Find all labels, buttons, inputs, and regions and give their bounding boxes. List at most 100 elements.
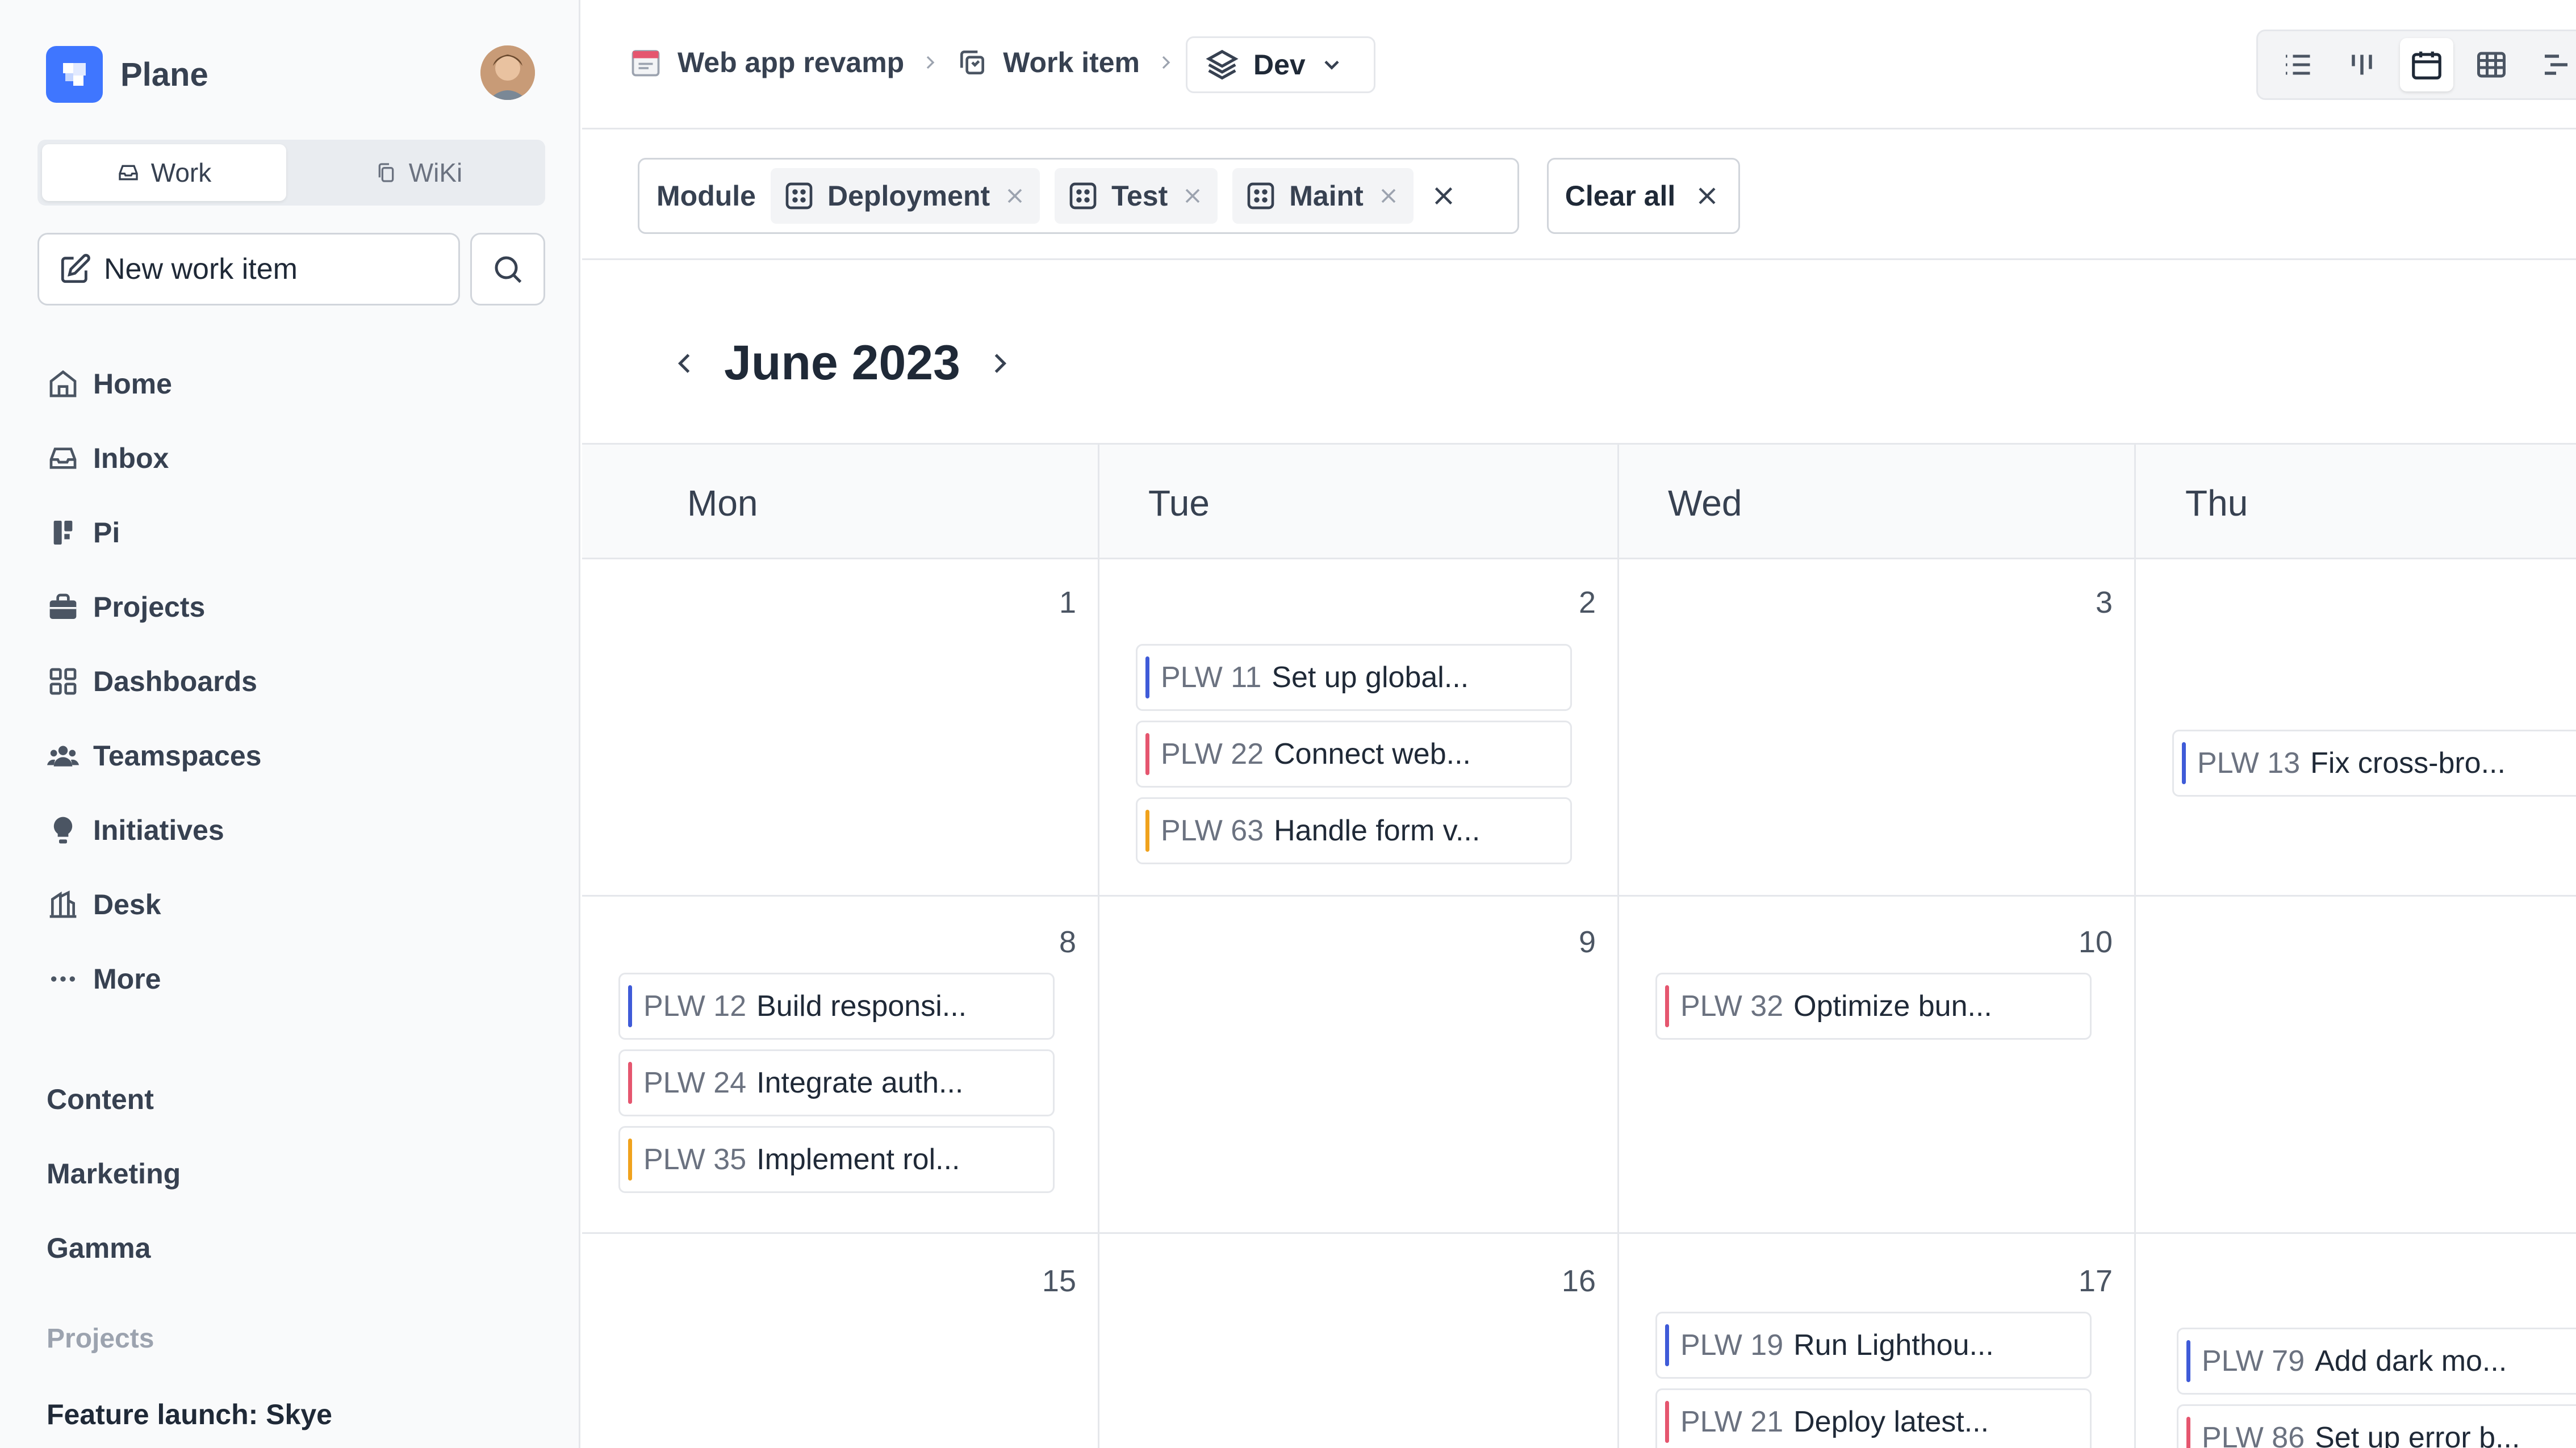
- list-layout-button[interactable]: [2270, 38, 2324, 91]
- copy-icon: [375, 161, 398, 184]
- day-number: 1: [1059, 585, 1076, 620]
- day-number: 2: [1578, 585, 1596, 620]
- work-item-id: PLW 86: [2202, 1421, 2305, 1448]
- module-color-bar: [1665, 1324, 1669, 1366]
- work-item-id: PLW 11: [1161, 661, 1262, 694]
- sidebar: Plane Work WiKi New work item Home Inbox…: [0, 0, 580, 1448]
- sidebar-item-inbox[interactable]: Inbox: [45, 421, 261, 495]
- work-item-card[interactable]: PLW 63 Handle form v...: [1136, 797, 1572, 864]
- calendar-grid: Mon Tue Wed Thu 1 2 3 PLW 11 Set up glob…: [582, 443, 2576, 1448]
- day-number: 16: [1561, 1264, 1596, 1298]
- work-item-id: PLW 12: [643, 990, 747, 1023]
- sidebar-item-label: Home: [93, 367, 172, 400]
- work-item-card[interactable]: PLW 24 Integrate auth...: [618, 1049, 1055, 1116]
- tab-work[interactable]: Work: [42, 144, 286, 201]
- work-item-title: Build responsi...: [756, 990, 967, 1023]
- kanban-icon: [2345, 48, 2379, 82]
- calendar-layout-button[interactable]: [2400, 38, 2453, 91]
- lightbulb-icon: [45, 813, 81, 848]
- close-icon[interactable]: [1002, 183, 1027, 208]
- close-icon[interactable]: [1376, 183, 1401, 208]
- module-color-bar: [628, 1139, 632, 1181]
- filter-chip-deployment: Deployment: [770, 168, 1040, 224]
- app-name: Plane: [120, 56, 208, 93]
- module-color-bar: [1665, 985, 1669, 1027]
- work-item-title: Integrate auth...: [756, 1066, 964, 1099]
- breadcrumb-project[interactable]: Web app revamp: [678, 46, 904, 79]
- list-icon: [2280, 48, 2314, 82]
- plane-logo-icon[interactable]: [46, 46, 103, 103]
- layers-icon: [1205, 47, 1240, 82]
- work-item-card[interactable]: PLW 11 Set up global...: [1136, 644, 1572, 711]
- weekday-header: Thu: [2185, 482, 2248, 524]
- projects-section-label[interactable]: Projects: [47, 1323, 154, 1354]
- tab-wiki[interactable]: WiKi: [296, 144, 541, 201]
- sidebar-item-label: Teamspaces: [93, 739, 262, 772]
- sidebar-item-label: More: [93, 962, 161, 995]
- column-divider: [1617, 443, 1619, 1448]
- weekday-header: Tue: [1148, 482, 1210, 524]
- work-item-card[interactable]: PLW 19 Run Lighthou...: [1655, 1312, 2092, 1379]
- new-work-item-button[interactable]: New work item: [37, 233, 460, 305]
- sidebar-item-projects[interactable]: Projects: [45, 570, 261, 644]
- project-item[interactable]: Feature launch: Skye: [47, 1398, 332, 1431]
- user-avatar[interactable]: [480, 45, 535, 100]
- chevron-right-icon: [919, 51, 942, 74]
- work-item-title: Add dark mo...: [2315, 1345, 2507, 1378]
- day-number: 15: [1042, 1264, 1076, 1298]
- work-item-title: Set up global...: [1272, 661, 1469, 694]
- work-item-card[interactable]: PLW 21 Deploy latest...: [1655, 1388, 2092, 1448]
- team-icon: [45, 738, 81, 773]
- work-item-id: PLW 63: [1161, 814, 1264, 847]
- column-divider: [1098, 443, 1099, 1448]
- sidebar-item-pi[interactable]: Pi: [45, 495, 261, 570]
- work-item-card[interactable]: PLW 32 Optimize bun...: [1655, 973, 2092, 1040]
- sidebar-item-desk[interactable]: Desk: [45, 867, 261, 941]
- sidebar-item-home[interactable]: Home: [45, 346, 261, 421]
- clear-all-filters-button[interactable]: Clear all: [1547, 158, 1740, 234]
- calendar-emoji-icon: [629, 45, 663, 79]
- view-dropdown[interactable]: Dev: [1186, 36, 1375, 93]
- sidebar-item-more[interactable]: More: [45, 941, 261, 1016]
- sidebar-item-initiatives[interactable]: Initiatives: [45, 793, 261, 867]
- work-item-card[interactable]: PLW 22 Connect web...: [1136, 721, 1572, 788]
- search-button[interactable]: [470, 233, 545, 305]
- sidebar-item-label: Projects: [93, 591, 206, 623]
- sidebar-item-teamspaces[interactable]: Teamspaces: [45, 718, 261, 793]
- work-item-id: PLW 79: [2202, 1345, 2305, 1378]
- work-item-id: PLW 13: [2197, 747, 2301, 780]
- work-item-id: PLW 19: [1680, 1329, 1784, 1362]
- work-item-card[interactable]: PLW 13 Fix cross-bro...: [2172, 730, 2576, 797]
- edit-icon: [58, 253, 91, 286]
- work-item-card[interactable]: PLW 79 Add dark mo...: [2177, 1328, 2576, 1395]
- workspace-item-content[interactable]: Content: [47, 1062, 181, 1136]
- chevron-right-icon: [1155, 51, 1177, 74]
- gantt-layout-button[interactable]: [2529, 38, 2576, 91]
- module-color-bar: [1145, 656, 1149, 698]
- work-item-id: PLW 22: [1161, 738, 1264, 771]
- sidebar-item-label: Pi: [93, 516, 120, 549]
- chevron-right-icon[interactable]: [983, 346, 1017, 380]
- work-item-card[interactable]: PLW 86 Set up error b...: [2177, 1404, 2576, 1448]
- filter-chip-label: Test: [1111, 180, 1168, 212]
- workspace-item-gamma[interactable]: Gamma: [47, 1211, 181, 1285]
- module-color-bar: [628, 1062, 632, 1104]
- work-item-title: Optimize bun...: [1793, 990, 1992, 1023]
- spreadsheet-layout-button[interactable]: [2465, 38, 2518, 91]
- work-items-icon: [956, 47, 988, 78]
- sidebar-item-dashboards[interactable]: Dashboards: [45, 644, 261, 718]
- layout-switcher: [2256, 30, 2576, 100]
- workspace-item-marketing[interactable]: Marketing: [47, 1136, 181, 1211]
- pi-icon: [45, 515, 81, 550]
- workspace-list: Content Marketing Gamma: [47, 1062, 181, 1285]
- sidebar-item-label: Dashboards: [93, 665, 257, 697]
- work-item-title: Deploy latest...: [1793, 1405, 1989, 1438]
- sidebar-item-label: Initiatives: [93, 814, 224, 846]
- breadcrumb-work-item[interactable]: Work item: [1003, 46, 1140, 79]
- kanban-layout-button[interactable]: [2335, 38, 2389, 91]
- work-item-card[interactable]: PLW 12 Build responsi...: [618, 973, 1055, 1040]
- close-icon[interactable]: [1180, 183, 1205, 208]
- work-item-card[interactable]: PLW 35 Implement rol...: [618, 1126, 1055, 1193]
- chevron-left-icon[interactable]: [667, 346, 701, 380]
- remove-filter-group-icon[interactable]: [1428, 181, 1459, 211]
